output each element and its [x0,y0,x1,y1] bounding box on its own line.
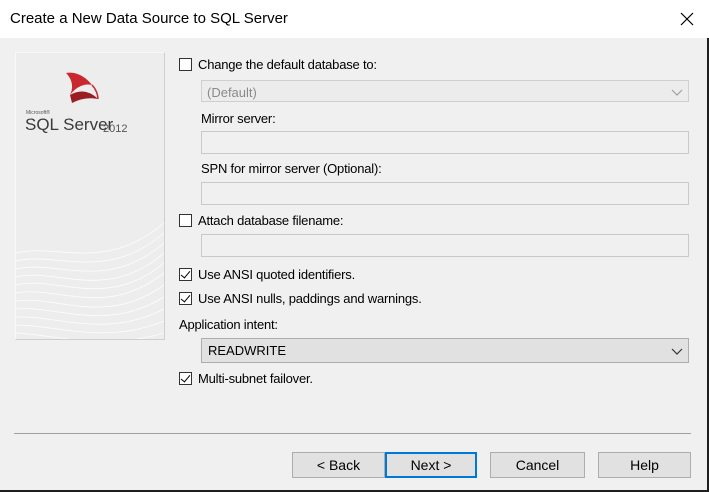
ansi-nulls-label: Use ANSI nulls, paddings and warnings. [198,291,422,306]
ansi-quoted-label: Use ANSI quoted identifiers. [198,267,355,282]
spn-mirror-label: SPN for mirror server (Optional): [201,161,382,176]
cancel-button[interactable]: Cancel [490,452,585,478]
sql-server-logo-icon [66,72,99,103]
close-button[interactable] [664,0,709,38]
help-button[interactable]: Help [598,452,691,478]
title-bar: Create a New Data Source to SQL Server [0,0,709,38]
next-button[interactable]: Next > [385,452,477,478]
app-intent-label: Application intent: [179,317,278,332]
window-title: Create a New Data Source to SQL Server [10,10,288,27]
chevron-down-icon [671,89,683,96]
product-version: 2012 [103,123,128,135]
change-default-db-label: Change the default database to: [198,57,377,72]
multi-subnet-checkbox[interactable] [179,372,192,385]
attach-db-input [201,234,689,257]
spn-mirror-input [201,182,689,205]
app-intent-value: READWRITE [208,343,286,358]
attach-db-checkbox[interactable] [179,214,192,227]
product-name: SQL Server [25,115,114,134]
chevron-down-icon [671,348,683,355]
footer-divider [14,433,691,434]
ansi-quoted-checkbox[interactable] [179,268,192,281]
back-button[interactable]: < Back [292,452,385,478]
mirror-server-label: Mirror server: [201,111,276,126]
change-default-db-checkbox[interactable] [179,58,192,71]
attach-db-label: Attach database filename: [198,213,344,228]
default-database-select: (Default) [201,80,689,102]
multi-subnet-label: Multi-subnet failover. [198,371,313,386]
app-intent-select[interactable]: READWRITE [201,338,689,363]
ansi-nulls-checkbox[interactable] [179,292,192,305]
mirror-server-input [201,131,689,154]
close-icon [680,12,693,26]
sql-server-banner: Microsoft® SQL Server 2012 [15,52,165,340]
default-database-value: (Default) [207,85,257,100]
